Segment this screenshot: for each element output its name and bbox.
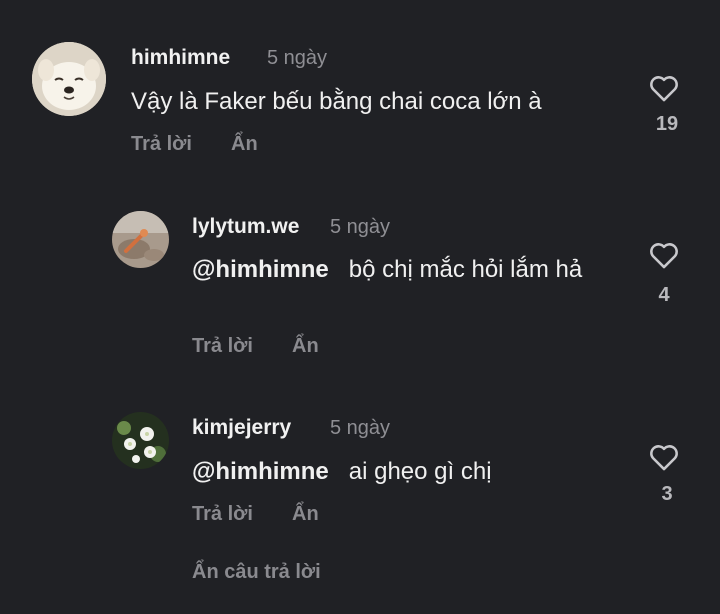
reply-button[interactable]: Trả lời	[131, 133, 192, 156]
comment-text: Vậy là Faker bếu bằng chai coca lớn à	[131, 85, 611, 118]
mention-link[interactable]: @himhimne	[192, 256, 329, 283]
avatar[interactable]	[112, 412, 169, 469]
username[interactable]: lylytum.we	[192, 215, 299, 239]
comment-body: bộ chị mắc hỏi lắm hả	[348, 256, 583, 283]
photo-avatar-icon	[112, 211, 169, 268]
heart-icon	[650, 243, 678, 269]
like-count: 3	[661, 483, 673, 505]
timestamp: 5 ngày	[330, 417, 391, 439]
hide-replies-button[interactable]: Ẩn câu trả lời	[192, 561, 321, 584]
flower-avatar-icon	[112, 412, 169, 469]
reply-button[interactable]: Trả lời	[192, 503, 253, 526]
hide-button[interactable]: Ẩn	[292, 503, 319, 526]
comment-body: ai ghẹo gì chị	[348, 458, 492, 485]
comment-body: Vậy là Faker bếu bằng chai coca lớn à	[131, 88, 542, 115]
heart-icon	[650, 76, 678, 102]
mention-link[interactable]: @himhimne	[192, 458, 329, 485]
username[interactable]: himhimne	[131, 46, 230, 70]
avatar[interactable]	[112, 211, 169, 268]
timestamp: 5 ngày	[330, 216, 391, 238]
reply-button[interactable]: Trả lời	[192, 335, 253, 358]
like-button[interactable]	[647, 440, 681, 474]
reply-item: lylytum.we 5 ngày @himhimne bộ chị mắc h…	[0, 195, 720, 375]
heart-icon	[650, 445, 678, 471]
like-count: 4	[658, 284, 670, 306]
dog-avatar-icon	[32, 42, 106, 116]
username[interactable]: kimjejerry	[192, 416, 291, 440]
like-count: 19	[655, 113, 679, 135]
comment-item: himhimne 5 ngày Vậy là Faker bếu bằng ch…	[0, 0, 720, 180]
comment-text: @himhimne bộ chị mắc hỏi lắm hả	[192, 253, 612, 286]
like-button[interactable]	[647, 71, 681, 105]
avatar[interactable]	[32, 42, 106, 116]
like-button[interactable]	[647, 238, 681, 272]
hide-button[interactable]: Ẩn	[292, 335, 319, 358]
timestamp: 5 ngày	[267, 47, 328, 69]
comment-text: @himhimne ai ghẹo gì chị	[192, 455, 632, 488]
reply-item: kimjejerry 5 ngày @himhimne ai ghẹo gì c…	[0, 395, 720, 540]
hide-button[interactable]: Ẩn	[231, 133, 258, 156]
